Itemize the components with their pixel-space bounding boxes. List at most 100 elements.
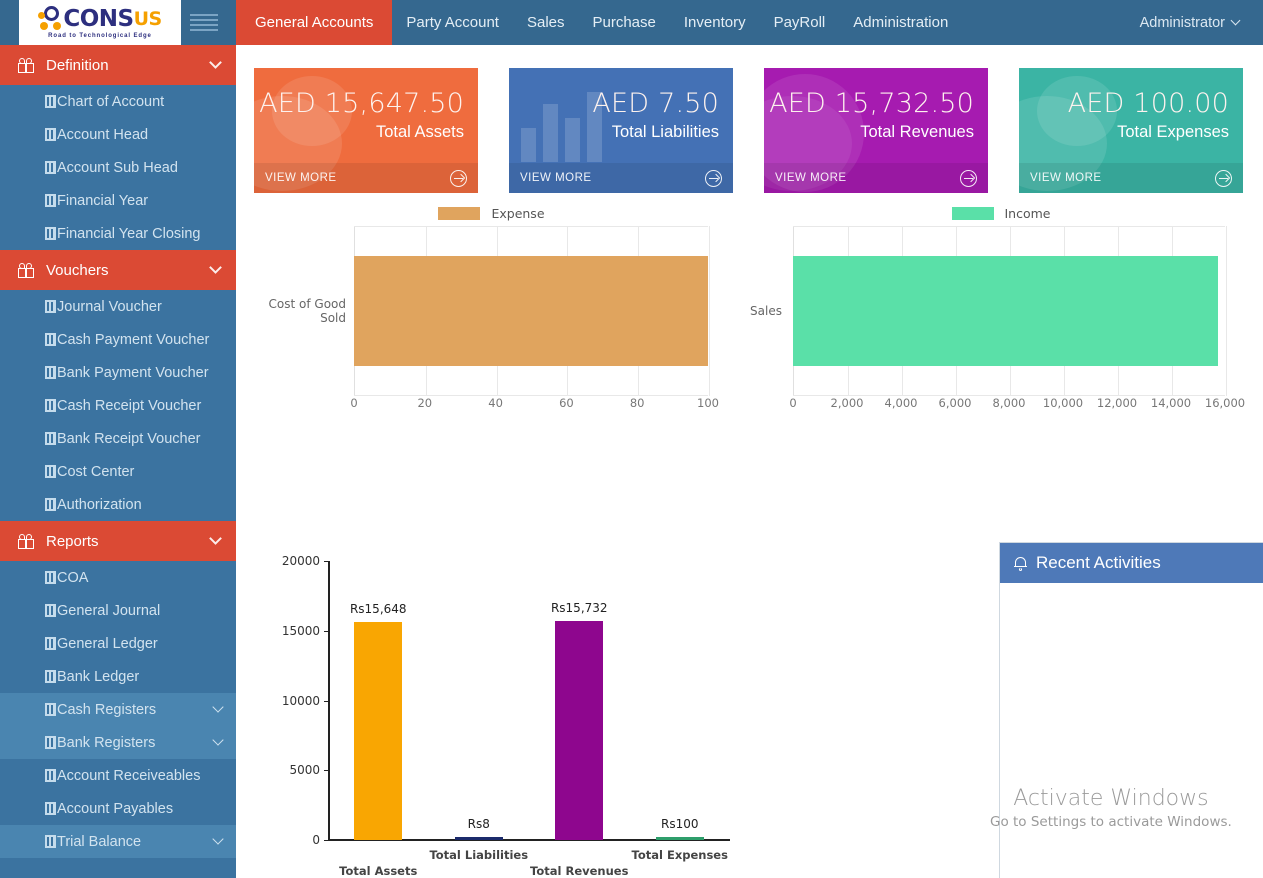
chevron-down-icon (1231, 16, 1241, 26)
kpi-view-more[interactable]: VIEW MORE (1019, 163, 1243, 193)
arrow-right-circle-icon (450, 170, 467, 187)
summary-bar-total-revenues (555, 621, 603, 840)
topnav-item-purchase[interactable]: Purchase (579, 0, 670, 45)
kpi-amount: AED 15,732.50 (769, 88, 974, 119)
sidebar-item-financial-year-closing[interactable]: Financial Year Closing (0, 217, 236, 250)
sidebar-item-label: Account Payables (57, 801, 222, 817)
kpi-title: Total Expenses (1117, 123, 1229, 142)
expense-plot-area: Cost of Good Sold (244, 226, 739, 396)
sidebar-item-general-ledger[interactable]: General Ledger (0, 627, 236, 660)
document-icon (45, 835, 56, 848)
summary-bar-value-label: Rs100 (661, 817, 699, 831)
kpi-card-total-revenues[interactable]: AED 15,732.50Total RevenuesVIEW MORE (764, 68, 988, 193)
sidebar-item-cash-receipt-voucher[interactable]: Cash Receipt Voucher (0, 389, 236, 422)
sidebar-item-journal-voucher[interactable]: Journal Voucher (0, 290, 236, 323)
document-icon (45, 194, 56, 207)
axis-tick-label: 40 (488, 396, 503, 410)
kpi-card-total-assets[interactable]: AED 15,647.50Total AssetsVIEW MORE (254, 68, 478, 193)
axis-tick-label: 20 (417, 396, 432, 410)
summary-y-tick (324, 631, 329, 632)
sidebar-item-cash-payment-voucher[interactable]: Cash Payment Voucher (0, 323, 236, 356)
summary-y-tick (324, 701, 329, 702)
kpi-card-total-liabilities[interactable]: AED 7.50Total LiabilitiesVIEW MORE (509, 68, 733, 193)
sidebar-item-trial-balance[interactable]: Trial Balance (0, 825, 236, 858)
document-icon (45, 736, 56, 749)
document-icon (45, 333, 56, 346)
topnav-item-administration[interactable]: Administration (839, 0, 962, 45)
chart-legend-expense: Expense (244, 200, 739, 226)
topnav-item-payroll[interactable]: PayRoll (760, 0, 840, 45)
summary-bar-value-label: Rs15,732 (551, 601, 608, 615)
topnav-item-sales[interactable]: Sales (513, 0, 579, 45)
topnav-item-label: Administration (853, 14, 948, 31)
chevron-down-icon (212, 734, 223, 745)
chevron-down-icon (209, 261, 222, 274)
sidebar-item-cash-registers[interactable]: Cash Registers (0, 693, 236, 726)
axis-tick-label: 100 (697, 396, 719, 410)
summary-bar-value-label: Rs8 (468, 817, 490, 831)
kpi-card-row: AED 15,647.50Total AssetsVIEW MOREAED 7.… (254, 68, 1246, 193)
sidebar-item-label: General Ledger (57, 636, 222, 652)
income-bar (793, 256, 1218, 366)
summary-bar-chart: 05000100001500020000 Rs15,648Total Asset… (251, 540, 961, 878)
logo-tagline: Road to Technological Edge (48, 33, 152, 39)
kpi-amount: AED 15,647.50 (259, 88, 464, 119)
topnav-item-label: Party Account (406, 14, 499, 31)
sidebar-item-label: Bank Registers (57, 735, 214, 751)
topnav-item-party-account[interactable]: Party Account (392, 0, 513, 45)
topnav-item-inventory[interactable]: Inventory (670, 0, 760, 45)
income-plot-area: Sales (746, 226, 1256, 396)
expense-x-axis: 020406080100 (244, 396, 739, 416)
sidebar-item-cost-center[interactable]: Cost Center (0, 455, 236, 488)
topnav-item-general-accounts[interactable]: General Accounts (236, 0, 392, 45)
sidebar-section-label: Definition (46, 57, 211, 74)
sidebar-item-label: Account Sub Head (57, 160, 222, 176)
app-logo[interactable]: CONS US Road to Technological Edge (19, 0, 181, 45)
document-icon (45, 399, 56, 412)
topnav-item-label: Sales (527, 14, 565, 31)
sidebar-item-coa[interactable]: COA (0, 561, 236, 594)
kpi-view-more[interactable]: VIEW MORE (764, 163, 988, 193)
expense-bar (354, 256, 708, 366)
axis-tick-label: 6,000 (939, 396, 972, 410)
kpi-view-more-label: VIEW MORE (1030, 172, 1102, 184)
sidebar-item-label: Account Receiveables (57, 768, 222, 784)
sidebar-item-account-head[interactable]: Account Head (0, 118, 236, 151)
topnav-item-label: PayRoll (774, 14, 826, 31)
document-icon (45, 366, 56, 379)
sidebar-section-reports[interactable]: Reports (0, 521, 236, 561)
sidebar-section-label: Vouchers (46, 262, 211, 279)
recent-activities-title: Recent Activities (1036, 553, 1161, 573)
sidebar-item-financial-year[interactable]: Financial Year (0, 184, 236, 217)
sidebar-item-general-journal[interactable]: General Journal (0, 594, 236, 627)
kpi-amount: AED 7.50 (592, 88, 719, 119)
kpi-card-total-expenses[interactable]: AED 100.00Total ExpensesVIEW MORE (1019, 68, 1243, 193)
sidebar-item-label: Bank Ledger (57, 669, 222, 685)
sidebar-item-bank-registers[interactable]: Bank Registers (0, 726, 236, 759)
income-category-label: Sales (746, 304, 788, 318)
document-icon (45, 300, 56, 313)
sidebar-item-authorization[interactable]: Authorization (0, 488, 236, 521)
admin-user-menu[interactable]: Administrator (1130, 0, 1263, 45)
sidebar-item-bank-receipt-voucher[interactable]: Bank Receipt Voucher (0, 422, 236, 455)
hamburger-icon[interactable] (190, 11, 218, 33)
axis-tick-label: 8,000 (993, 396, 1026, 410)
sidebar-item-account-payables[interactable]: Account Payables (0, 792, 236, 825)
gift-icon (18, 534, 34, 549)
document-icon (45, 95, 56, 108)
kpi-view-more[interactable]: VIEW MORE (254, 163, 478, 193)
sidebar-item-bank-payment-voucher[interactable]: Bank Payment Voucher (0, 356, 236, 389)
chevron-down-icon (209, 532, 222, 545)
sidebar-section-label: Reports (46, 533, 211, 550)
sidebar-item-bank-ledger[interactable]: Bank Ledger (0, 660, 236, 693)
sidebar-item-label: Authorization (57, 497, 222, 513)
sidebar-item-chart-of-account[interactable]: Chart of Account (0, 85, 236, 118)
recent-activities-header: Recent Activities (1000, 543, 1263, 583)
sidebar-section-vouchers[interactable]: Vouchers (0, 250, 236, 290)
summary-bar-category-label: Total Assets (339, 864, 417, 878)
sidebar-item-account-sub-head[interactable]: Account Sub Head (0, 151, 236, 184)
topnav-item-label: Inventory (684, 14, 746, 31)
sidebar-item-account-receiveables[interactable]: Account Receiveables (0, 759, 236, 792)
kpi-view-more[interactable]: VIEW MORE (509, 163, 733, 193)
sidebar-section-definition[interactable]: Definition (0, 45, 236, 85)
